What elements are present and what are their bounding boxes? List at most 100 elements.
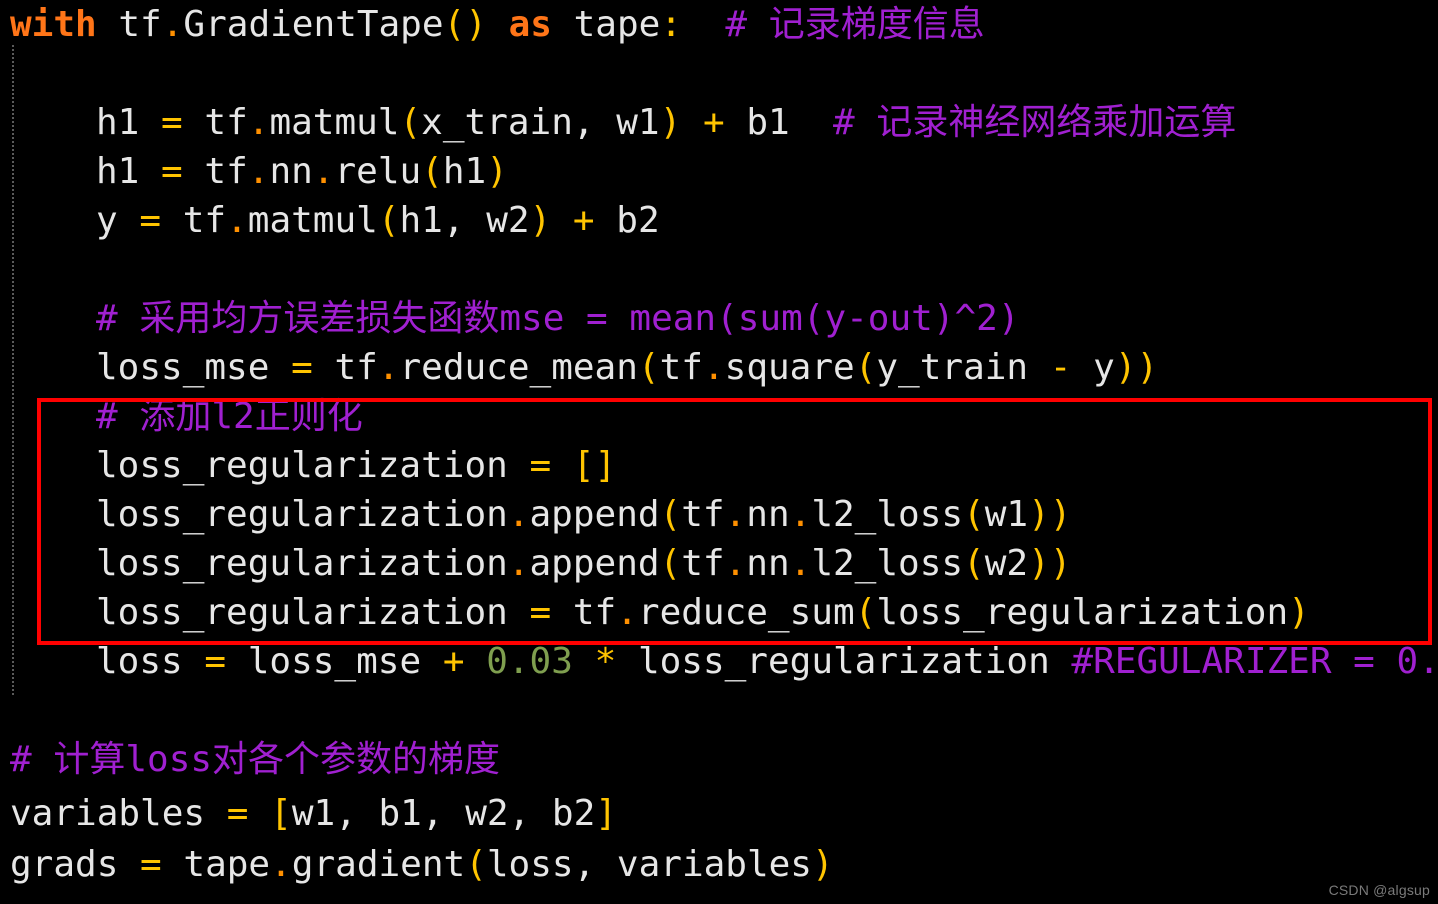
code-token-punct: )) xyxy=(1028,543,1072,584)
code-line[interactable]: y = tf.matmul(h1, w2) + b2 xyxy=(0,196,660,245)
code-token-plain: nn xyxy=(269,151,313,192)
code-token-punct: = xyxy=(139,200,162,241)
code-token-plain: matmul xyxy=(269,102,400,143)
code-token-dot: . xyxy=(616,592,638,633)
code-token-plain: loss xyxy=(96,641,205,682)
code-token-plain: w2 xyxy=(984,543,1029,584)
code-token-plain: loss_regularization xyxy=(96,592,530,633)
code-token-plain: tf xyxy=(659,347,703,388)
code-line[interactable]: loss_regularization = [] xyxy=(0,441,616,490)
code-token-punct: ( xyxy=(854,592,877,633)
code-token-punct: = xyxy=(529,445,552,486)
code-token-plain: loss_regularization xyxy=(616,641,1072,682)
code-token-plain: variables xyxy=(10,793,227,834)
code-token-plain: loss_mse xyxy=(96,347,292,388)
code-token-punct: ( xyxy=(421,151,443,192)
code-token-plain: h1 xyxy=(96,151,162,192)
code-token-plain: tf xyxy=(161,200,227,241)
code-token-plain: gradient xyxy=(291,844,466,885)
code-token-punct: = xyxy=(291,347,313,388)
code-line[interactable]: with tf.GradientTape() as tape: # 记录梯度信息 xyxy=(0,0,985,49)
code-token-punct: + xyxy=(442,641,465,682)
code-token-plain: b2 xyxy=(594,200,660,241)
code-line[interactable]: grads = tape.gradient(loss, variables) xyxy=(0,840,834,889)
code-token-punct: ( xyxy=(963,494,985,535)
code-token-num: 0.03 xyxy=(486,641,573,682)
code-token-punct: ( xyxy=(659,494,682,535)
code-token-punct: [ xyxy=(270,793,292,834)
code-token-punct: ] xyxy=(595,793,617,834)
code-token-plain: loss_mse xyxy=(226,641,443,682)
code-token-plain: grads xyxy=(10,844,141,885)
code-token-plain: nn xyxy=(746,543,790,584)
code-token-plain: h1 xyxy=(96,102,162,143)
code-token-comment: # 计算loss对各个参数的梯度 xyxy=(10,739,501,780)
code-token-dot: . xyxy=(507,494,530,535)
code-token-plain: tf xyxy=(312,347,378,388)
code-token-punct: ) xyxy=(811,844,834,885)
code-token-plain: x_train, w1 xyxy=(421,102,660,143)
code-token-comment: # 添加l2正则化 xyxy=(96,396,363,437)
code-token-kw: as xyxy=(508,4,552,45)
code-line[interactable]: variables = [w1, b1, w2, b2] xyxy=(0,789,617,838)
code-token-plain: loss_regularization xyxy=(96,543,508,584)
code-line[interactable]: loss_regularization = tf.reduce_sum(loss… xyxy=(0,588,1310,637)
code-line[interactable]: # 采用均方误差损失函数mse = mean(sum(y-out)^2) xyxy=(0,294,1020,343)
code-token-punct: ) xyxy=(529,200,552,241)
code-token-dot: . xyxy=(724,494,747,535)
code-token-dot: . xyxy=(226,200,248,241)
code-line[interactable]: h1 = tf.matmul(x_train, w1) + b1 # 记录神经网… xyxy=(0,98,1236,147)
code-token-dot: . xyxy=(724,543,747,584)
code-token-punct: ( xyxy=(963,543,985,584)
code-line[interactable]: # 计算loss对各个参数的梯度 xyxy=(0,735,500,784)
code-line[interactable]: loss_mse = tf.reduce_mean(tf.square(y_tr… xyxy=(0,343,1158,392)
code-token-plain: tf xyxy=(182,151,248,192)
code-token-punct: = xyxy=(161,151,183,192)
code-token-dot: . xyxy=(161,4,184,45)
code-token-punct: * xyxy=(594,641,617,682)
code-token-punct: ( xyxy=(659,543,682,584)
code-token-punct: ( xyxy=(465,844,487,885)
code-token-plain: relu xyxy=(334,151,422,192)
code-line[interactable]: # 添加l2正则化 xyxy=(0,392,363,441)
code-token-plain: h1 xyxy=(442,151,487,192)
code-screenshot: with tf.GradientTape() as tape: # 记录梯度信息… xyxy=(0,0,1438,904)
code-token-comment: # 记录梯度信息 xyxy=(725,4,985,45)
code-token-punct: = xyxy=(529,592,552,633)
code-token-comment: # 记录神经网络乘加运算 xyxy=(833,102,1237,143)
code-token-dot: . xyxy=(377,347,400,388)
code-token-punct: + xyxy=(702,102,725,143)
code-line[interactable]: h1 = tf.nn.relu(h1) xyxy=(0,147,508,196)
code-token-dot: . xyxy=(247,151,270,192)
code-token-plain: l2_loss xyxy=(811,494,964,535)
code-token-punct: ( xyxy=(854,347,877,388)
code-token-plain: tf xyxy=(681,543,725,584)
code-token-plain: nn xyxy=(746,494,790,535)
code-token-plain: append xyxy=(529,543,660,584)
code-token-plain: y xyxy=(96,200,140,241)
code-line[interactable]: loss_regularization.append(tf.nn.l2_loss… xyxy=(0,490,1071,539)
code-token-kw: with xyxy=(10,4,97,45)
code-token-plain: loss_regularization xyxy=(96,445,530,486)
code-line[interactable]: loss_regularization.append(tf.nn.l2_loss… xyxy=(0,539,1071,588)
watermark-label: CSDN @algsup xyxy=(1328,882,1430,898)
code-line[interactable]: loss = loss_mse + 0.03 * loss_regulariza… xyxy=(0,637,1438,686)
code-token-plain: square xyxy=(724,347,855,388)
code-token-dot: . xyxy=(247,102,270,143)
code-token-plain: tape xyxy=(551,4,661,45)
code-token-plain: b1 xyxy=(724,102,790,143)
code-token-plain: append xyxy=(529,494,660,535)
code-editor-surface[interactable]: with tf.GradientTape() as tape: # 记录梯度信息… xyxy=(0,0,1438,904)
code-token-punct: ( xyxy=(377,200,400,241)
code-token-plain: tf xyxy=(182,102,248,143)
code-token-punct: ) xyxy=(486,151,508,192)
code-token-punct: = xyxy=(204,641,227,682)
code-token-dot: . xyxy=(702,347,725,388)
code-token-punct: = xyxy=(226,793,249,834)
code-token-plain: y_train xyxy=(876,347,1050,388)
code-token-punct: : xyxy=(660,4,682,45)
